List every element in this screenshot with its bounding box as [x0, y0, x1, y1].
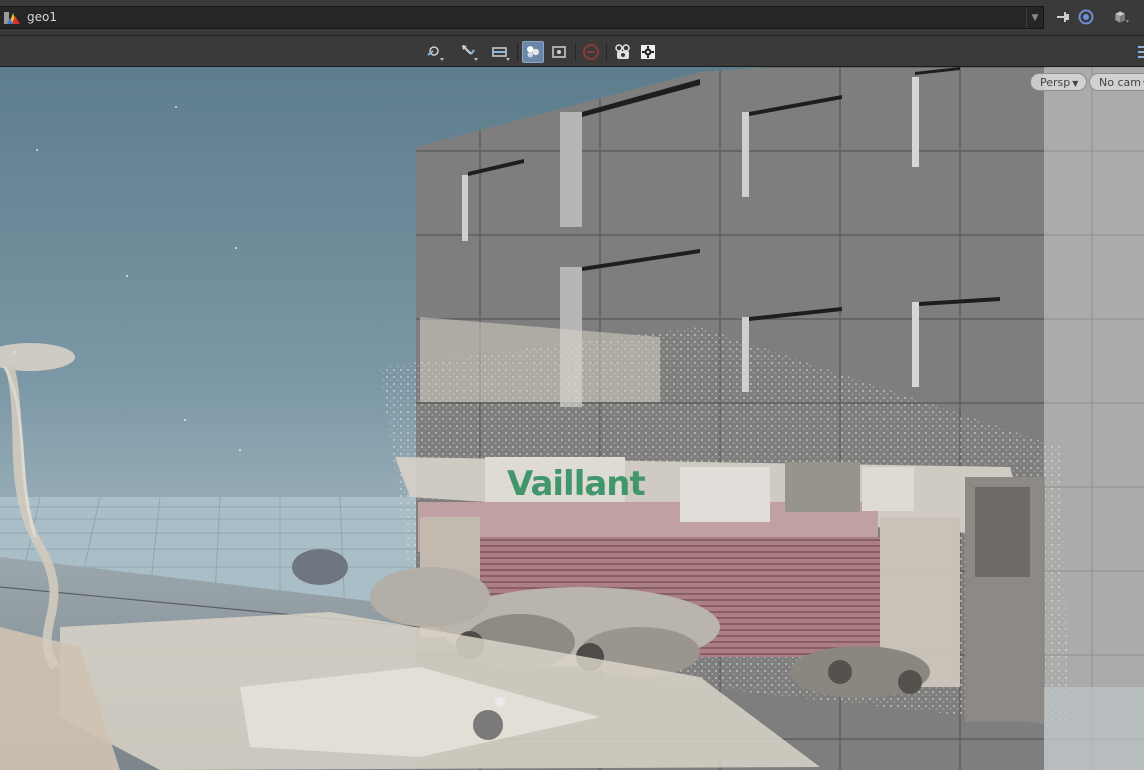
path-dropdown-arrow[interactable]: ▼ — [1026, 7, 1043, 28]
display-background-icon — [552, 46, 566, 58]
toolbar-separator — [606, 43, 607, 61]
houdini-logo-icon — [4, 12, 20, 24]
ghost-objects-button[interactable] — [522, 41, 544, 63]
viewer-toolbar — [0, 36, 1144, 67]
view-menu-label: Persp — [1040, 76, 1071, 89]
camera-menu-button[interactable]: No cam▼ — [1089, 73, 1144, 91]
list-icon[interactable] — [1136, 45, 1144, 59]
viewport-scene: Vaillant — [0, 67, 1144, 770]
toolbar-separator — [517, 43, 518, 61]
select-mode-button[interactable] — [424, 41, 446, 63]
network-path-field[interactable]: geo1 ▼ — [0, 6, 1044, 29]
display-options-button[interactable] — [637, 41, 659, 63]
stop-button[interactable] — [580, 41, 602, 63]
view-menu-button[interactable]: Persp ▼ — [1030, 73, 1088, 91]
viewport-cube-icon[interactable] — [1113, 9, 1129, 25]
network-path-bar: geo1 ▼ — [0, 0, 1144, 36]
stop-icon — [583, 44, 599, 60]
snapping-icon — [492, 47, 510, 61]
select-mode-icon — [427, 46, 444, 61]
display-background-button[interactable] — [548, 41, 570, 63]
network-path-label: geo1 — [27, 10, 57, 24]
stray-points — [14, 106, 241, 451]
ghost-objects-icon — [527, 46, 539, 58]
transform-handle-icon — [462, 45, 478, 61]
transform-handle-button[interactable] — [458, 41, 480, 63]
link-target-icon[interactable] — [1078, 9, 1094, 25]
snapping-button[interactable] — [490, 41, 512, 63]
toolbar-separator — [575, 43, 576, 61]
gear-icon — [641, 45, 655, 59]
chevron-down-icon: ▼ — [1072, 79, 1079, 88]
scene-viewport[interactable]: Vaillant Persp ▼ No cam — [0, 67, 1144, 770]
pin-icon[interactable] — [1055, 9, 1071, 25]
camera-lock-button[interactable] — [612, 41, 634, 63]
camera-menu-label: No cam — [1099, 76, 1141, 89]
camera-lock-icon — [615, 44, 630, 59]
sign-text: Vaillant — [507, 464, 646, 504]
